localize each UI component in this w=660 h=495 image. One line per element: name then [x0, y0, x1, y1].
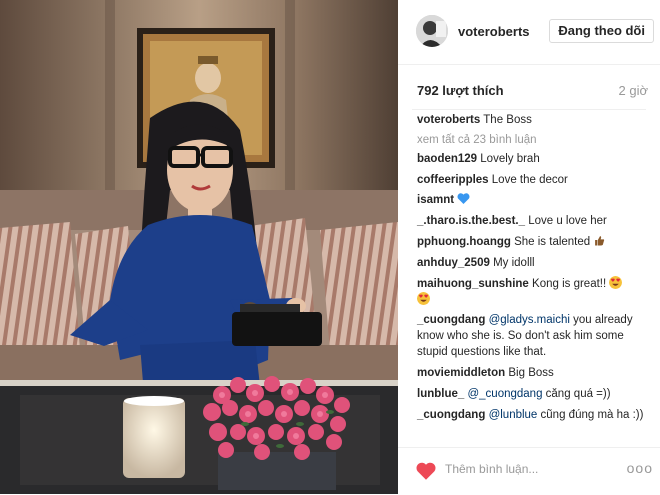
caption: voteroberts The Boss: [417, 112, 657, 128]
avatar-image: [416, 15, 448, 47]
comment-text: căng quá =)): [542, 387, 611, 400]
likes-count[interactable]: 792 lượt thích: [417, 83, 504, 98]
comment-text: She is talented: [510, 235, 594, 248]
comment-text: Love the decor: [488, 173, 568, 186]
comment-username[interactable]: isamnt: [417, 194, 454, 206]
comment-text: Lovely brah: [477, 152, 540, 165]
comment-item: lunblue_ @_cuongdang căng quá =)): [417, 386, 657, 402]
comment-mention[interactable]: @gladys.maichi: [485, 314, 570, 326]
comment-username[interactable]: _cuongdang: [417, 409, 485, 421]
post-photo[interactable]: [0, 0, 398, 494]
comment-item: anhduy_2509 My idolll: [417, 255, 657, 271]
comment-text: Big Boss: [505, 367, 554, 380]
comment-username[interactable]: pphuong.hoangg: [417, 236, 511, 248]
heart-icon[interactable]: [416, 462, 436, 480]
comment-item: maihuong_sunshine Kong is great!!: [417, 275, 657, 308]
comment-item: _.tharo.is.the.best._ Love u love her: [417, 213, 657, 229]
comment-username[interactable]: lunblue_: [417, 388, 464, 400]
post-time[interactable]: 2 giờ: [619, 83, 649, 98]
ellipsis-icon[interactable]: ooo: [627, 460, 653, 476]
comment-username[interactable]: coffeeripples: [417, 174, 489, 186]
comment-username[interactable]: maihuong_sunshine: [417, 278, 529, 290]
comment-item: pphuong.hoangg She is talented: [417, 234, 657, 250]
add-comment-input[interactable]: Thêm bình luận...: [445, 462, 538, 476]
comment-username[interactable]: _.tharo.is.the.best._: [417, 215, 525, 227]
comment-text: cũng đúng mà ha :)): [537, 408, 644, 421]
comment-text: Kong is great!!: [528, 277, 607, 290]
following-button[interactable]: Đang theo dõi: [549, 19, 654, 43]
likes-row: 792 lượt thích 2 giờ: [412, 65, 649, 110]
comment-item: baoden129 Lovely brah: [417, 151, 657, 167]
comment-username[interactable]: voteroberts: [417, 114, 480, 126]
comment-mention[interactable]: @_cuongdang: [464, 388, 542, 400]
blue-heart-emoji: [457, 193, 470, 205]
comment-item: _cuongdang @lunblue cũng đúng mà ha :)): [417, 407, 657, 423]
comment-username[interactable]: baoden129: [417, 153, 477, 165]
comment-text: The Boss: [480, 114, 532, 126]
comment-username[interactable]: moviemiddleton: [417, 367, 505, 379]
comment-username[interactable]: _cuongdang: [417, 314, 485, 326]
comment-item: isamnt: [417, 192, 657, 208]
author-username[interactable]: voteroberts: [458, 24, 530, 39]
comment-mention[interactable]: @lunblue: [485, 409, 538, 421]
post-header: voteroberts Đang theo dõi: [398, 0, 660, 65]
thumbs-up-emoji: [595, 236, 605, 246]
comment-footer: Thêm bình luận... ooo: [398, 447, 660, 495]
view-all-comments-link[interactable]: xem tất cả 23 bình luận: [417, 132, 657, 148]
heart-eyes-emoji: [417, 291, 430, 305]
comment-item: moviemiddleton Big Boss: [417, 365, 657, 381]
author-avatar[interactable]: [416, 15, 448, 47]
post-image: [0, 0, 398, 494]
comment-text: Love u love her: [525, 215, 607, 228]
heart-eyes-emoji: [609, 275, 623, 289]
comment-text: My idolll: [489, 256, 535, 269]
instagram-post: voteroberts Đang theo dõi 792 lượt thích…: [0, 0, 660, 494]
comment-username[interactable]: anhduy_2509: [417, 257, 490, 269]
comment-item: _cuongdang @gladys.maichi you already kn…: [417, 312, 657, 360]
post-side-panel: voteroberts Đang theo dõi 792 lượt thích…: [398, 0, 660, 494]
comment-item: coffeeripples Love the decor: [417, 172, 657, 188]
comments-list: voteroberts The Boss xem tất cả 23 bình …: [417, 112, 657, 428]
